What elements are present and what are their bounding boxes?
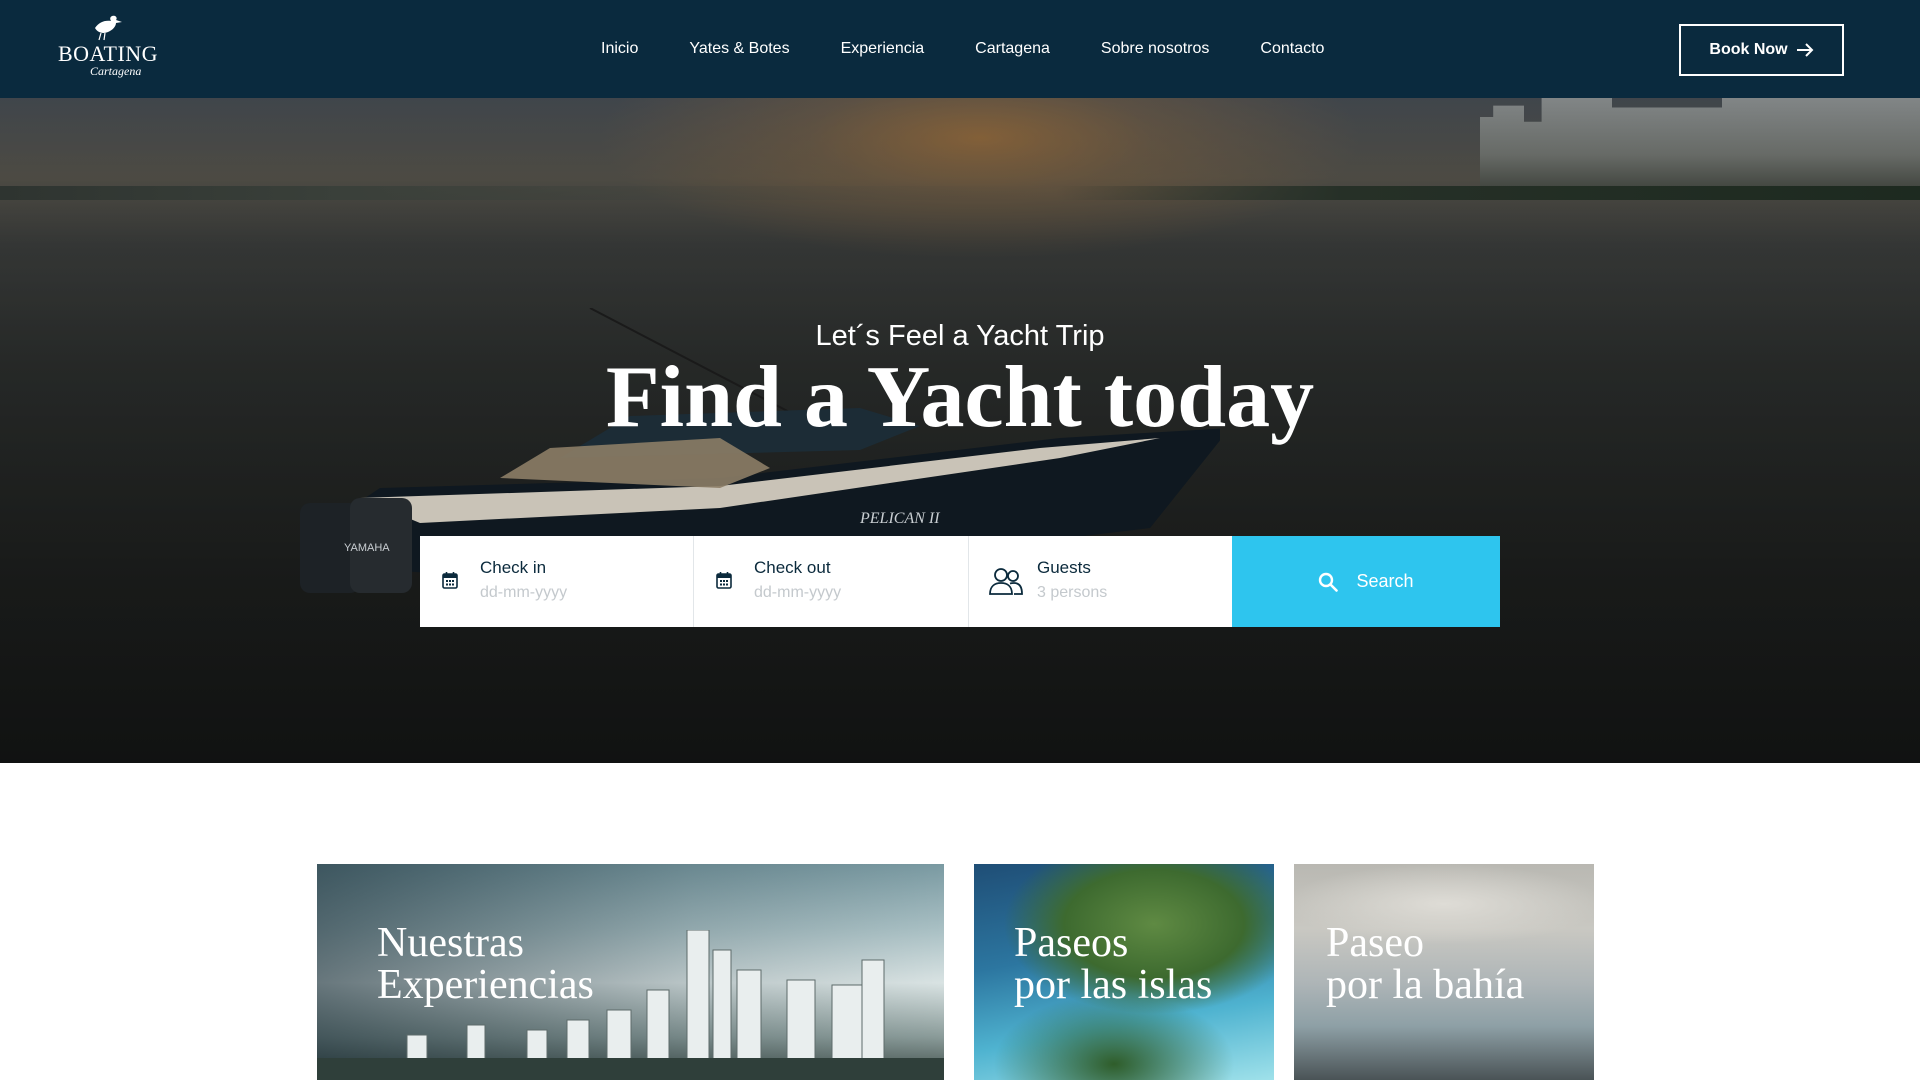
pelican-icon [95, 15, 122, 41]
people-icon [989, 568, 1023, 595]
card-nuestras-experiencias[interactable]: Nuestras Experiencias [317, 864, 944, 1080]
nav-item-sobre-nosotros[interactable]: Sobre nosotros [1101, 40, 1210, 58]
guests-label: Guests [1037, 558, 1091, 577]
brand-logo[interactable]: BOATING Cartagena [58, 14, 159, 84]
card-title: Nuestras Experiencias [377, 920, 594, 1008]
main-nav: Inicio Yates & Botes Experiencia Cartage… [601, 0, 1324, 98]
card-paseo-bahia[interactable]: Paseo por la bahía [1294, 864, 1594, 1080]
hero-horizon [0, 186, 1920, 200]
nav-item-contacto[interactable]: Contacto [1260, 40, 1324, 58]
calendar-icon [716, 572, 732, 589]
nav-item-cartagena[interactable]: Cartagena [975, 40, 1050, 58]
checkout-input[interactable] [754, 584, 934, 602]
nav-item-experiencia[interactable]: Experiencia [841, 40, 925, 58]
site-header: BOATING Cartagena Inicio Yates & Botes E… [0, 0, 1920, 98]
card-title: Paseos por las islas [1014, 920, 1213, 1008]
checkout-field[interactable]: Check out [694, 536, 969, 627]
boat-name-label: PELICAN II [859, 510, 940, 527]
book-now-button[interactable]: Book Now [1679, 24, 1844, 76]
brand-name: BOATING [58, 41, 159, 66]
brand-subtitle: Cartagena [90, 64, 142, 78]
search-icon [1319, 572, 1339, 592]
card-paseos-islas[interactable]: Paseos por las islas [974, 864, 1274, 1080]
card-title: Paseo por la bahía [1326, 920, 1525, 1008]
search-bar: Check in Check out Guests [420, 536, 1500, 627]
engine-brand-label: YAMAHA [344, 542, 390, 554]
guests-field[interactable]: Guests [969, 536, 1232, 627]
search-button[interactable]: Search [1232, 536, 1500, 627]
guests-input[interactable] [1037, 584, 1217, 602]
checkout-label: Check out [754, 558, 831, 577]
nav-item-inicio[interactable]: Inicio [601, 40, 638, 58]
book-now-label: Book Now [1709, 41, 1788, 58]
hero-buildings [1480, 98, 1920, 193]
calendar-icon [442, 572, 458, 589]
checkin-input[interactable] [480, 584, 660, 602]
hero-section: YAMAHA PELICAN II Let´s Feel a Yacht Tri… [0, 98, 1920, 763]
nav-item-yates-botes[interactable]: Yates & Botes [689, 40, 789, 58]
checkin-field[interactable]: Check in [420, 536, 694, 627]
arrow-right-icon [1796, 43, 1814, 57]
hero-title: Find a Yacht today [605, 349, 1315, 446]
checkin-label: Check in [480, 558, 547, 577]
search-button-label: Search [1356, 571, 1414, 591]
